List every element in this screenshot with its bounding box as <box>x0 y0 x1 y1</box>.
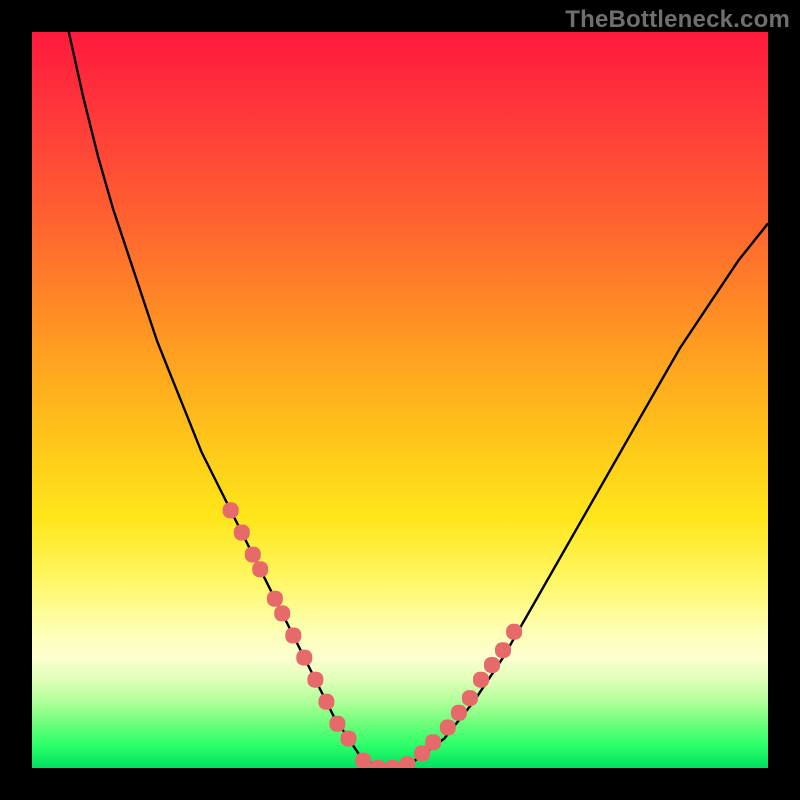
marker-point <box>484 657 500 673</box>
marker-point <box>462 690 478 706</box>
chart-svg <box>32 32 768 768</box>
marker-point <box>355 753 371 768</box>
marker-point <box>252 561 268 577</box>
marker-point <box>307 672 323 688</box>
marker-point <box>451 705 467 721</box>
marker-point <box>385 760 401 768</box>
marker-point <box>285 628 301 644</box>
marker-point <box>296 650 312 666</box>
watermark-text: TheBottleneck.com <box>565 6 790 34</box>
marker-point <box>329 716 345 732</box>
marker-group <box>223 502 522 768</box>
bottleneck-curve <box>69 32 768 768</box>
marker-point <box>370 760 386 768</box>
plot-area <box>32 32 768 768</box>
marker-point <box>495 642 511 658</box>
marker-point <box>440 720 456 736</box>
marker-point <box>425 734 441 750</box>
marker-point <box>267 591 283 607</box>
marker-point <box>318 694 334 710</box>
marker-point <box>234 525 250 541</box>
marker-point <box>223 502 239 518</box>
marker-point <box>341 731 357 747</box>
marker-point <box>506 624 522 640</box>
marker-point <box>274 605 290 621</box>
marker-point <box>473 672 489 688</box>
marker-point <box>399 756 415 768</box>
marker-point <box>245 547 261 563</box>
